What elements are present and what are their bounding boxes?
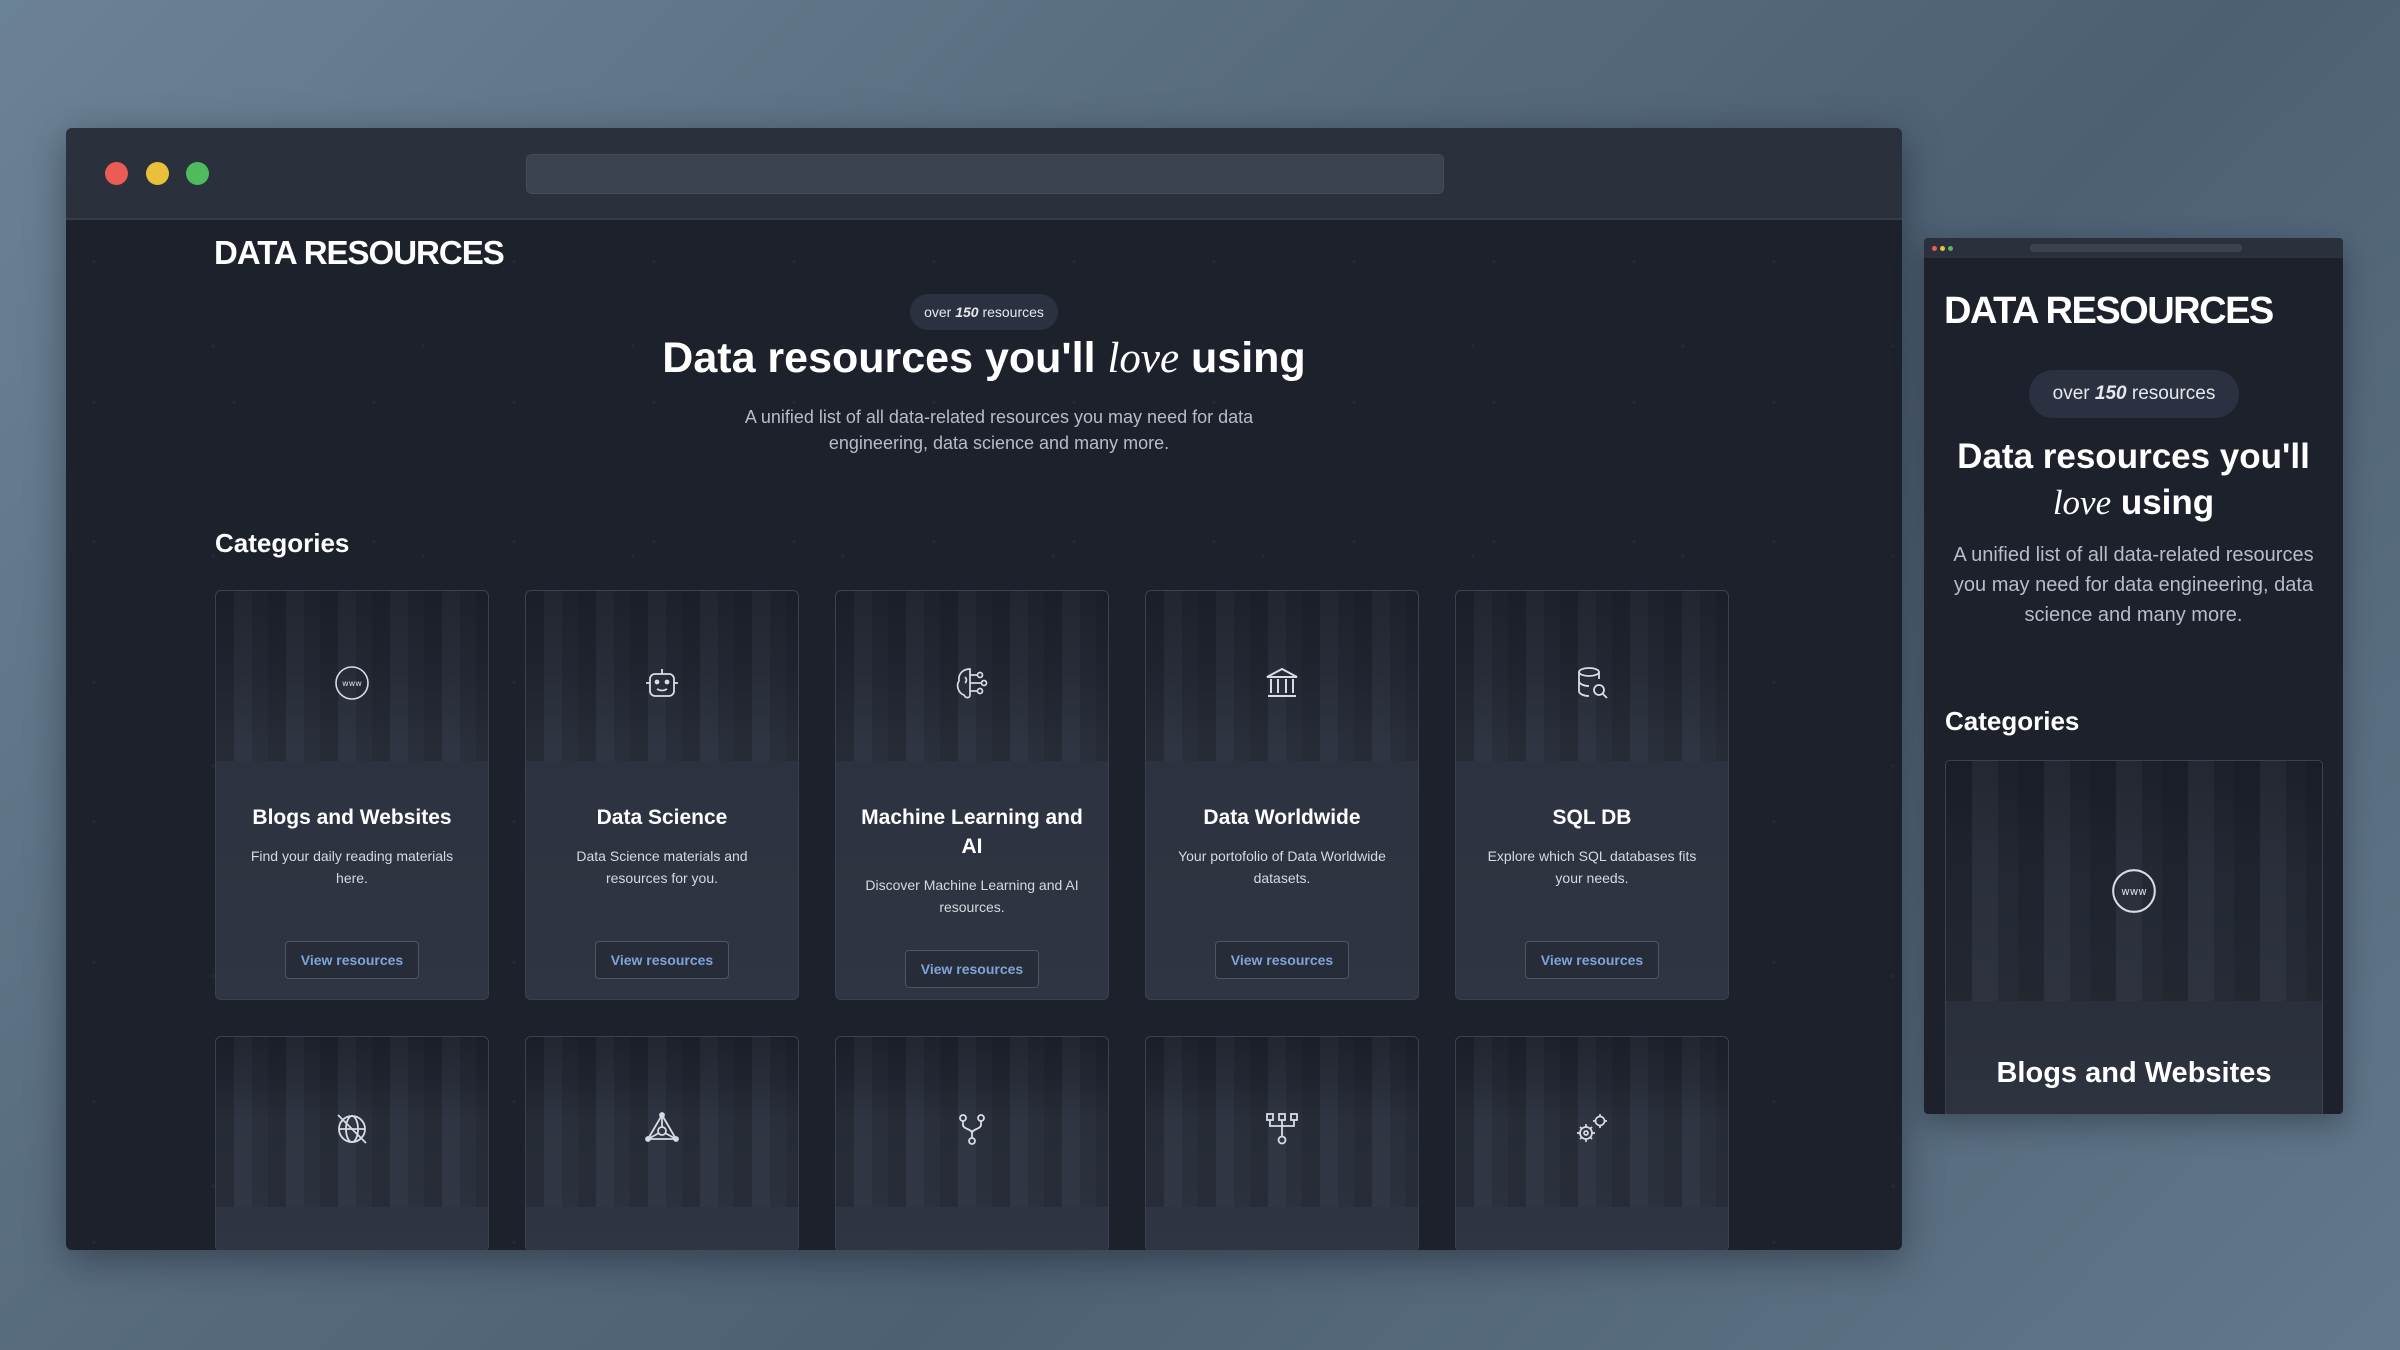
view-resources-button[interactable]: View resources	[1525, 941, 1659, 979]
database-search-icon	[1572, 663, 1612, 703]
card-title: SQL DB	[1552, 806, 1632, 829]
minimize-window-button[interactable]	[146, 162, 169, 185]
graph-network-icon	[642, 1109, 682, 1149]
category-card-sql-db[interactable]: SQL DB Explore which SQL databases fits …	[1455, 590, 1729, 1000]
category-card[interactable]	[1145, 1036, 1419, 1250]
card-title: Blogs and Websites	[252, 806, 452, 829]
view-resources-button[interactable]: View resources	[905, 950, 1039, 988]
mobile-site-logo[interactable]: DATA RESOURCES	[1944, 290, 2274, 333]
robot-icon	[642, 663, 682, 703]
hierarchy-icon	[1262, 1109, 1302, 1149]
badge-prefix: over	[924, 304, 956, 320]
browser-titlebar	[66, 128, 1902, 220]
mobile-badge-suffix: resources	[2126, 383, 2216, 404]
mobile-titlebar	[1924, 238, 2343, 258]
card-title: Data Science	[596, 806, 728, 829]
hero-title-love: love	[1107, 335, 1180, 382]
category-card-data-science[interactable]: Data Science Data Science materials and …	[525, 590, 799, 1000]
categories-heading: Categories	[215, 528, 350, 558]
mobile-browser-window: DATA RESOURCES over 150 resources Data r…	[1924, 238, 2343, 1114]
hero-title: Data resources you'll love using	[66, 334, 1902, 383]
mobile-resource-count-badge: over 150 resources	[2029, 370, 2239, 418]
view-resources-button[interactable]: View resources	[285, 941, 419, 979]
hero-subtitle: A unified list of all data-related resou…	[744, 407, 1254, 453]
badge-suffix: resources	[978, 304, 1044, 320]
page-content: DATA RESOURCES over 150 resources Data r…	[66, 220, 1902, 1250]
site-logo[interactable]: DATA RESOURCES	[214, 234, 505, 272]
hero-title-start: Data resources you'll	[662, 334, 1108, 382]
category-card[interactable]	[835, 1036, 1109, 1250]
mobile-maximize-dot[interactable]	[1948, 246, 1953, 251]
mobile-hero-title-start: Data resources you'll	[1957, 437, 2310, 476]
mobile-categories-heading: Categories	[1945, 706, 2080, 736]
category-card-data-worldwide[interactable]: Data Worldwide Your portofolio of Data W…	[1145, 590, 1419, 1000]
mobile-badge-count: 150	[2094, 383, 2127, 404]
view-resources-button[interactable]: View resources	[1215, 941, 1349, 979]
card-description: Find your daily reading materials here.	[250, 848, 454, 886]
mobile-card-title: Blogs and Websites	[1996, 1057, 2272, 1089]
mobile-category-card-blogs[interactable]: www Blogs and Websites	[1945, 760, 2323, 1114]
brain-circuit-icon	[952, 663, 992, 703]
desktop-browser-window: DATA RESOURCES over 150 resources Data r…	[66, 128, 1902, 1250]
card-description: Data Science materials and resources for…	[576, 848, 748, 886]
bank-building-icon	[1262, 663, 1302, 703]
gears-icon	[1572, 1109, 1612, 1149]
mobile-hero-title-love: love	[2052, 483, 2112, 522]
badge-count: 150	[955, 304, 979, 320]
category-card-blogs[interactable]: www Blogs and Websites Find your daily r…	[215, 590, 489, 1000]
world-off-icon	[332, 1109, 372, 1149]
card-title: Data Worldwide	[1203, 806, 1361, 829]
resource-count-badge: over 150 resources	[910, 294, 1058, 330]
mobile-badge-prefix: over	[2052, 383, 2095, 404]
category-card[interactable]	[215, 1036, 489, 1250]
mobile-address-bar[interactable]	[2030, 244, 2242, 252]
category-card[interactable]	[1455, 1036, 1729, 1250]
close-window-button[interactable]	[105, 162, 128, 185]
address-bar[interactable]	[526, 154, 1444, 194]
mobile-hero-title: Data resources you'll love using	[1944, 434, 2323, 526]
view-resources-button[interactable]: View resources	[595, 941, 729, 979]
mobile-hero-title-end: using	[2111, 483, 2215, 522]
category-card-ml-ai[interactable]: Machine Learning and AI Discover Machine…	[835, 590, 1109, 1000]
card-description: Explore which SQL databases fits your ne…	[1487, 848, 1697, 886]
maximize-window-button[interactable]	[186, 162, 209, 185]
www-globe-icon: www	[2108, 865, 2160, 917]
mobile-close-dot[interactable]	[1932, 246, 1937, 251]
svg-text:www: www	[342, 679, 362, 688]
category-card[interactable]	[525, 1036, 799, 1250]
hero-title-end: using	[1179, 334, 1306, 382]
git-branch-icon	[952, 1109, 992, 1149]
www-globe-icon: www	[332, 663, 372, 703]
mobile-hero-subtitle: A unified list of all data-related resou…	[1953, 544, 2314, 626]
svg-text:www: www	[2121, 886, 2147, 898]
card-description: Your portofolio of Data Worldwide datase…	[1178, 848, 1386, 886]
mobile-minimize-dot[interactable]	[1940, 246, 1945, 251]
card-title: Machine Learning and AI	[861, 806, 1083, 858]
card-description: Discover Machine Learning and AI resourc…	[865, 877, 1079, 915]
